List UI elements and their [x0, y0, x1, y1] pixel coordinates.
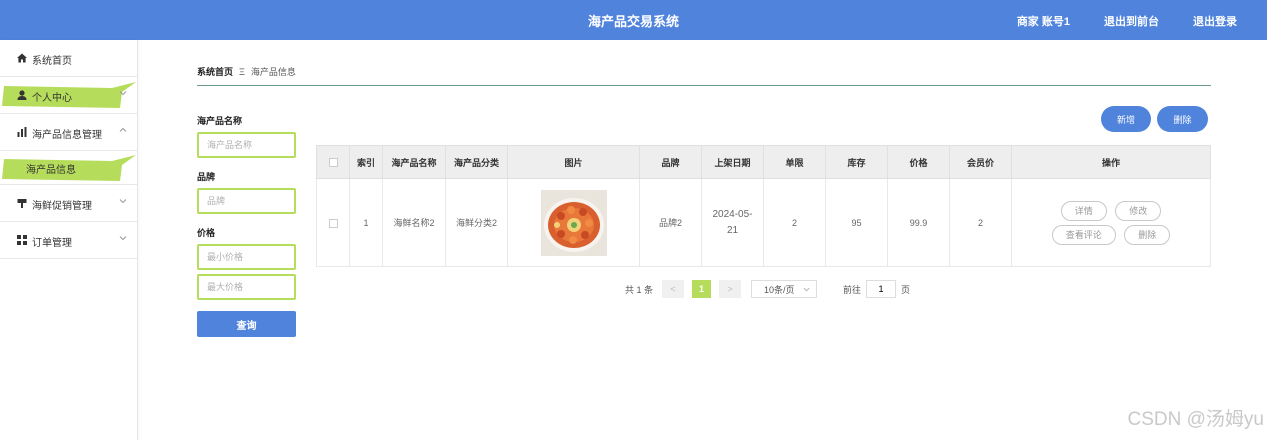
sidebar-item-orders[interactable]: 订单管理	[0, 222, 137, 259]
total-count: 共 1 条	[625, 284, 654, 295]
column-header[interactable]: 库存	[825, 145, 888, 179]
column-header[interactable]: 海产品名称	[382, 145, 446, 179]
sidebar-item-seafood-management[interactable]: 海产品信息管理	[0, 114, 137, 151]
min-price-input[interactable]	[197, 244, 296, 270]
column-header[interactable]: 上架日期	[701, 145, 764, 179]
promo-icon	[17, 199, 27, 208]
sidebar-item-label: 海产品信息管理	[32, 130, 102, 141]
edit-button[interactable]: 修改	[1115, 200, 1162, 221]
name-cell: 海鲜名称2	[382, 178, 446, 267]
prev-page-button[interactable]: <	[662, 280, 685, 298]
sidebar: 系统首页 个人中心 海产品信息管理 海产品信息 海鲜促销管理 订单管理	[0, 40, 138, 440]
stock-cell: 95	[825, 178, 888, 267]
operations-cell: 详情 修改 查看评论 删除	[1011, 178, 1211, 267]
column-header[interactable]: 单限	[763, 145, 826, 179]
account-label: 商家 账号1	[1016, 16, 1070, 28]
date-text: 2024-05-21	[712, 208, 753, 236]
breadcrumb-divider	[197, 85, 1211, 86]
query-button[interactable]: 查询	[197, 311, 296, 337]
sidebar-item-label: 海鲜促销管理	[32, 201, 92, 212]
column-header[interactable]: 索引	[349, 145, 383, 179]
breadcrumb: 系统首页 Ξ 海产品信息	[197, 65, 296, 78]
category-cell: 海鲜分类2	[445, 178, 508, 267]
column-header: 图片	[507, 145, 640, 179]
table-header-row: 索引 海产品名称 海产品分类 图片 品牌 上架日期 单限 库存 价格 会员价 操…	[316, 145, 1211, 179]
view-comments-button[interactable]: 查看评论	[1051, 224, 1116, 245]
chevron-down-icon	[803, 287, 810, 292]
chevron-down-icon	[119, 199, 127, 204]
next-page-button[interactable]: >	[719, 280, 742, 298]
row-select-cell	[316, 178, 350, 267]
goto-suffix: 页	[901, 284, 911, 295]
chevron-down-icon	[119, 236, 127, 241]
page-size-select[interactable]: 10条/页	[751, 280, 818, 298]
back-to-front-link[interactable]: 退出到前台	[1104, 13, 1159, 29]
index-cell: 1	[349, 178, 383, 267]
member-price-cell: 2	[949, 178, 1012, 267]
column-header[interactable]: 会员价	[949, 145, 1012, 179]
column-header[interactable]: 品牌	[639, 145, 702, 179]
chevron-down-icon	[119, 91, 127, 96]
seafood-table: 索引 海产品名称 海产品分类 图片 品牌 上架日期 单限 库存 价格 会员价 操…	[316, 145, 1211, 267]
sidebar-item-label: 海产品信息	[26, 165, 76, 176]
sidebar-item-profile[interactable]: 个人中心	[0, 77, 137, 114]
sidebar-item-label: 订单管理	[32, 238, 72, 249]
column-header[interactable]: 价格	[887, 145, 950, 179]
select-all-header	[316, 145, 350, 179]
sidebar-item-label: 系统首页	[32, 56, 72, 67]
name-filter-label: 海产品名称	[197, 116, 243, 126]
goto-page-input[interactable]	[866, 280, 897, 298]
logout-link[interactable]: 退出登录	[1193, 13, 1237, 29]
chevron-up-icon	[119, 127, 127, 132]
sidebar-subitem-seafood-info[interactable]: 海产品信息	[0, 151, 137, 185]
goto-prefix: 前往	[843, 284, 862, 295]
delete-button[interactable]: 删除	[1157, 106, 1208, 132]
price-filter-label: 价格	[197, 228, 216, 238]
pagination: 共 1 条 < 1 > 10条/页 前往 页	[625, 280, 910, 298]
sidebar-item-label: 个人中心	[32, 93, 72, 104]
select-all-checkbox[interactable]	[328, 158, 338, 168]
date-cell: 2024-05-21	[701, 178, 764, 267]
column-header: 操作	[1011, 145, 1211, 179]
column-header[interactable]: 海产品分类	[445, 145, 508, 179]
brand-cell: 品牌2	[639, 178, 702, 267]
row-checkbox[interactable]	[328, 218, 338, 228]
max-price-input[interactable]	[197, 274, 296, 300]
image-cell	[507, 178, 640, 267]
brand-filter-input[interactable]	[197, 188, 296, 214]
watermark: CSDN @汤姆yu	[1127, 409, 1264, 430]
limit-cell: 2	[763, 178, 826, 267]
seafood-dish-image	[540, 189, 607, 256]
user-icon	[17, 90, 27, 100]
brand-filter-label: 品牌	[197, 172, 216, 182]
home-icon	[17, 53, 27, 63]
bar-chart-icon	[17, 127, 27, 137]
sidebar-item-home[interactable]: 系统首页	[0, 40, 137, 77]
detail-button[interactable]: 详情	[1060, 200, 1107, 221]
page-1-button[interactable]: 1	[692, 280, 712, 298]
breadcrumb-current: 海产品信息	[250, 67, 296, 77]
add-button[interactable]: 新增	[1101, 106, 1151, 132]
sidebar-item-promotion[interactable]: 海鲜促销管理	[0, 185, 137, 222]
page-size-value: 10条/页	[764, 284, 795, 295]
row-delete-button[interactable]: 删除	[1124, 224, 1171, 245]
breadcrumb-home[interactable]: 系统首页	[197, 65, 233, 78]
grid-icon	[17, 235, 27, 245]
name-filter-input[interactable]	[197, 132, 296, 158]
top-header: 海产品交易系统 商家 账号1 退出到前台 退出登录	[0, 0, 1267, 40]
price-cell: 99.9	[887, 178, 950, 267]
table-row: 1 海鲜名称2 海鲜分类2 品牌2 2024-05-21 2 95 99.9 2…	[316, 178, 1211, 267]
breadcrumb-separator: Ξ	[239, 66, 245, 77]
